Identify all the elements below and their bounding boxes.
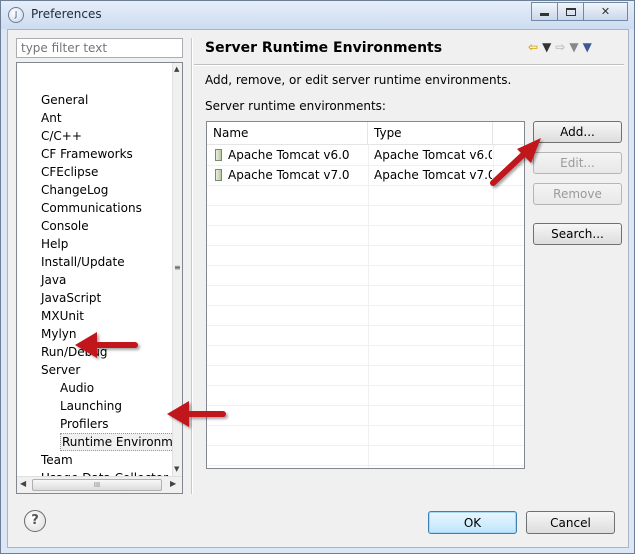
table-row[interactable]: Apache Tomcat v7.0 Apache Tomcat v7.0	[207, 166, 524, 186]
empty-table-row	[207, 286, 524, 306]
forward-arrow-icon[interactable]: ⇨	[555, 40, 565, 54]
tree-item[interactable]: CFEclipse	[41, 163, 98, 181]
table-header: Name Type	[207, 122, 524, 145]
tree-item[interactable]: Ant	[41, 109, 62, 127]
ok-button[interactable]: OK	[428, 511, 517, 534]
back-arrow-icon[interactable]: ⇦	[528, 40, 538, 54]
server-runtime-icon	[215, 169, 222, 181]
cancel-button[interactable]: Cancel	[526, 511, 615, 534]
runtime-name: Apache Tomcat v7.0	[228, 168, 350, 182]
eclipse-app-icon: J	[8, 7, 24, 23]
empty-table-row	[207, 206, 524, 226]
table-label: Server runtime environments:	[205, 99, 386, 113]
window-controls: ✕	[531, 2, 628, 21]
filter-input[interactable]	[16, 38, 183, 58]
scroll-thumb-grip: III	[93, 481, 101, 489]
window-title: Preferences	[31, 7, 102, 21]
tree-item[interactable]: JavaScript	[41, 289, 101, 307]
tree-vertical-scrollbar[interactable]: ▲ ≡ ▼	[172, 63, 182, 477]
table-row[interactable]: Apache Tomcat v6.0 Apache Tomcat v6.0	[207, 146, 524, 166]
scroll-down-icon[interactable]: ▼	[174, 465, 179, 473]
scroll-thumb[interactable]: III	[32, 479, 162, 491]
title-bar: J Preferences ✕	[1, 1, 634, 29]
tree-item[interactable]: CF Frameworks	[41, 145, 133, 163]
panel-divider[interactable]	[191, 38, 193, 494]
maximize-button[interactable]	[557, 2, 584, 21]
tree-item[interactable]: Launching	[60, 397, 122, 415]
help-button[interactable]: ?	[24, 510, 46, 532]
title-separator	[194, 64, 624, 66]
tree-item[interactable]: Help	[41, 235, 68, 253]
empty-table-row	[207, 346, 524, 366]
tree-item[interactable]: Team	[41, 451, 73, 469]
tree-horizontal-scrollbar[interactable]: ◀ III ▶	[17, 476, 182, 493]
forward-dropdown-icon[interactable]: ▼	[569, 40, 578, 54]
empty-table-row	[207, 366, 524, 386]
tree-item[interactable]: MXUnit	[41, 307, 84, 325]
empty-table-row	[207, 406, 524, 426]
close-button[interactable]: ✕	[583, 2, 628, 21]
tree-item[interactable]: Java	[41, 271, 66, 289]
empty-table-row	[207, 226, 524, 246]
tree-item[interactable]: Runtime Environments	[60, 433, 182, 451]
minimize-button[interactable]	[531, 2, 558, 21]
cell-name: Apache Tomcat v6.0	[215, 146, 365, 165]
preferences-window: J Preferences ✕ GeneralAntC/C++CF Framew…	[0, 0, 635, 554]
add-button[interactable]: Add...	[533, 121, 622, 143]
tree-item[interactable]: Mylyn	[41, 325, 77, 343]
preference-tree[interactable]: General Ant C/C++ CF Frameworks CFEclipse Cha…	[16, 62, 183, 494]
tree-item[interactable]: Server	[41, 361, 80, 379]
minimize-icon	[540, 13, 549, 16]
column-header-type[interactable]: Type	[368, 122, 493, 145]
column-header-name[interactable]: Name	[207, 122, 368, 145]
tree-item[interactable]: C/C++	[41, 127, 82, 145]
empty-table-row	[207, 326, 524, 346]
empty-table-row	[207, 246, 524, 266]
scroll-grip-icon: ≡	[174, 263, 181, 272]
back-dropdown-icon[interactable]: ▼	[542, 40, 551, 54]
empty-table-row	[207, 386, 524, 406]
scroll-right-icon[interactable]: ▶	[170, 479, 176, 488]
remove-button[interactable]: Remove	[533, 183, 622, 205]
server-runtime-icon	[215, 149, 222, 161]
tree-item[interactable]: Console	[41, 217, 89, 235]
close-icon: ✕	[600, 5, 611, 18]
tree-item[interactable]: Audio	[60, 379, 94, 397]
empty-table-row	[207, 306, 524, 326]
page-navigation: ⇦ ▼ ⇨ ▼ ▼	[528, 40, 596, 54]
runtime-type: Apache Tomcat v6.0	[374, 148, 492, 162]
edit-button[interactable]: Edit...	[533, 152, 622, 174]
cell-name: Apache Tomcat v7.0	[215, 166, 365, 185]
tree-item[interactable]: General	[41, 91, 88, 109]
help-icon: ?	[31, 513, 39, 528]
page-description: Add, remove, or edit server runtime envi…	[205, 73, 512, 87]
tree-item[interactable]: Run/Debug	[41, 343, 108, 361]
empty-table-row	[207, 266, 524, 286]
empty-table-row	[207, 446, 524, 466]
tree-item[interactable]: Communications	[41, 199, 142, 217]
tree-item[interactable]: Profilers	[60, 415, 109, 433]
scroll-left-icon[interactable]: ◀	[20, 479, 26, 488]
runtime-type: Apache Tomcat v7.0	[374, 168, 492, 182]
tree-items: General Ant C/C++ CF Frameworks CFEclipse Cha…	[17, 63, 182, 493]
runtime-name: Apache Tomcat v6.0	[228, 148, 350, 162]
page-title: Server Runtime Environments	[205, 40, 443, 56]
runtime-environments-table[interactable]: Name Type Apache Tomcat v6.0 Apache Tomca…	[206, 121, 525, 469]
empty-table-row	[207, 186, 524, 206]
scroll-up-icon[interactable]: ▲	[174, 65, 179, 73]
empty-table-row	[207, 426, 524, 446]
tree-item[interactable]: Install/Update	[41, 253, 125, 271]
maximize-icon	[565, 7, 576, 16]
view-menu-icon[interactable]: ▼	[583, 40, 592, 54]
tree-item[interactable]: ChangeLog	[41, 181, 108, 199]
dialog-body: GeneralAntC/C++CF FrameworksCFEclipseCha…	[7, 29, 629, 548]
search-button[interactable]: Search...	[533, 223, 622, 245]
